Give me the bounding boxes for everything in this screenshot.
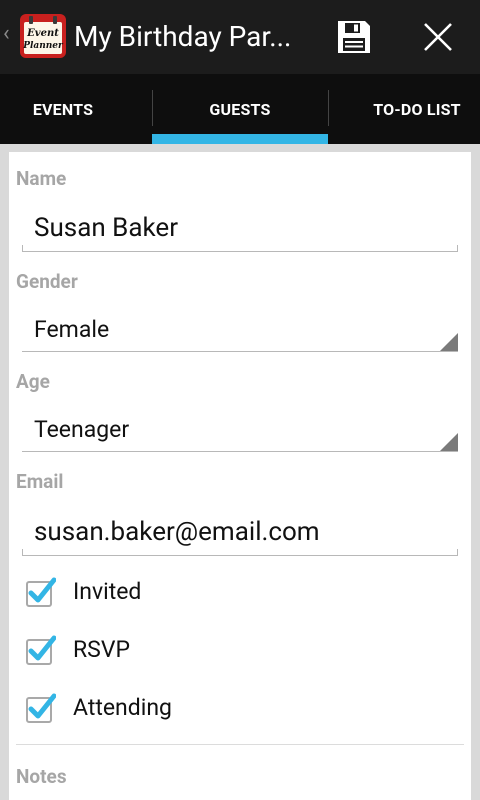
tab-todo-list[interactable]: TO-DO LIST bbox=[354, 74, 480, 144]
app-title: My Birthday Par... bbox=[74, 20, 292, 53]
rsvp-label: RSVP bbox=[73, 636, 130, 663]
invited-checkbox-row[interactable]: Invited bbox=[22, 570, 458, 614]
checkbox-checked-icon[interactable] bbox=[26, 693, 56, 723]
logo-text-line2: Planner bbox=[22, 41, 64, 51]
selected-tab-indicator bbox=[152, 134, 328, 144]
section-divider bbox=[16, 744, 464, 745]
dropdown-corner-icon bbox=[440, 433, 458, 451]
close-button[interactable] bbox=[408, 12, 468, 62]
chevron-left-icon[interactable]: ‹ bbox=[3, 22, 10, 46]
attending-checkbox-row[interactable]: Attending bbox=[22, 686, 458, 730]
name-value: Susan Baker bbox=[34, 213, 179, 243]
age-dropdown[interactable]: Teenager bbox=[22, 410, 458, 452]
tab-divider bbox=[328, 90, 329, 126]
dropdown-corner-icon bbox=[440, 333, 458, 351]
save-button[interactable] bbox=[324, 12, 384, 62]
close-icon bbox=[424, 23, 452, 51]
guest-form: Name Susan Baker Gender Female Age Teena… bbox=[9, 152, 471, 800]
name-field[interactable]: Susan Baker bbox=[22, 206, 458, 252]
gender-dropdown[interactable]: Female bbox=[22, 310, 458, 352]
checkbox-checked-icon[interactable] bbox=[26, 577, 56, 607]
name-label: Name bbox=[16, 167, 67, 190]
logo-text-line1: Event bbox=[26, 28, 59, 39]
invited-label: Invited bbox=[73, 578, 142, 605]
tab-events[interactable]: EVENTS bbox=[0, 74, 126, 144]
app-logo-icon[interactable]: Event Planner bbox=[19, 13, 67, 59]
rsvp-checkbox-row[interactable]: RSVP bbox=[22, 628, 458, 672]
email-label: Email bbox=[16, 470, 64, 493]
gender-label: Gender bbox=[16, 270, 78, 293]
action-bar: ‹ Event Planner My Birthday Par... bbox=[0, 0, 480, 74]
age-label: Age bbox=[16, 370, 50, 393]
email-field[interactable]: susan.baker@email.com bbox=[22, 510, 458, 556]
attending-label: Attending bbox=[73, 694, 172, 721]
notes-label: Notes bbox=[16, 765, 67, 788]
floppy-disk-icon bbox=[338, 21, 370, 53]
email-value: susan.baker@email.com bbox=[34, 517, 320, 547]
age-value: Teenager bbox=[34, 416, 130, 443]
gender-value: Female bbox=[34, 316, 110, 343]
checkbox-checked-icon[interactable] bbox=[26, 635, 56, 665]
